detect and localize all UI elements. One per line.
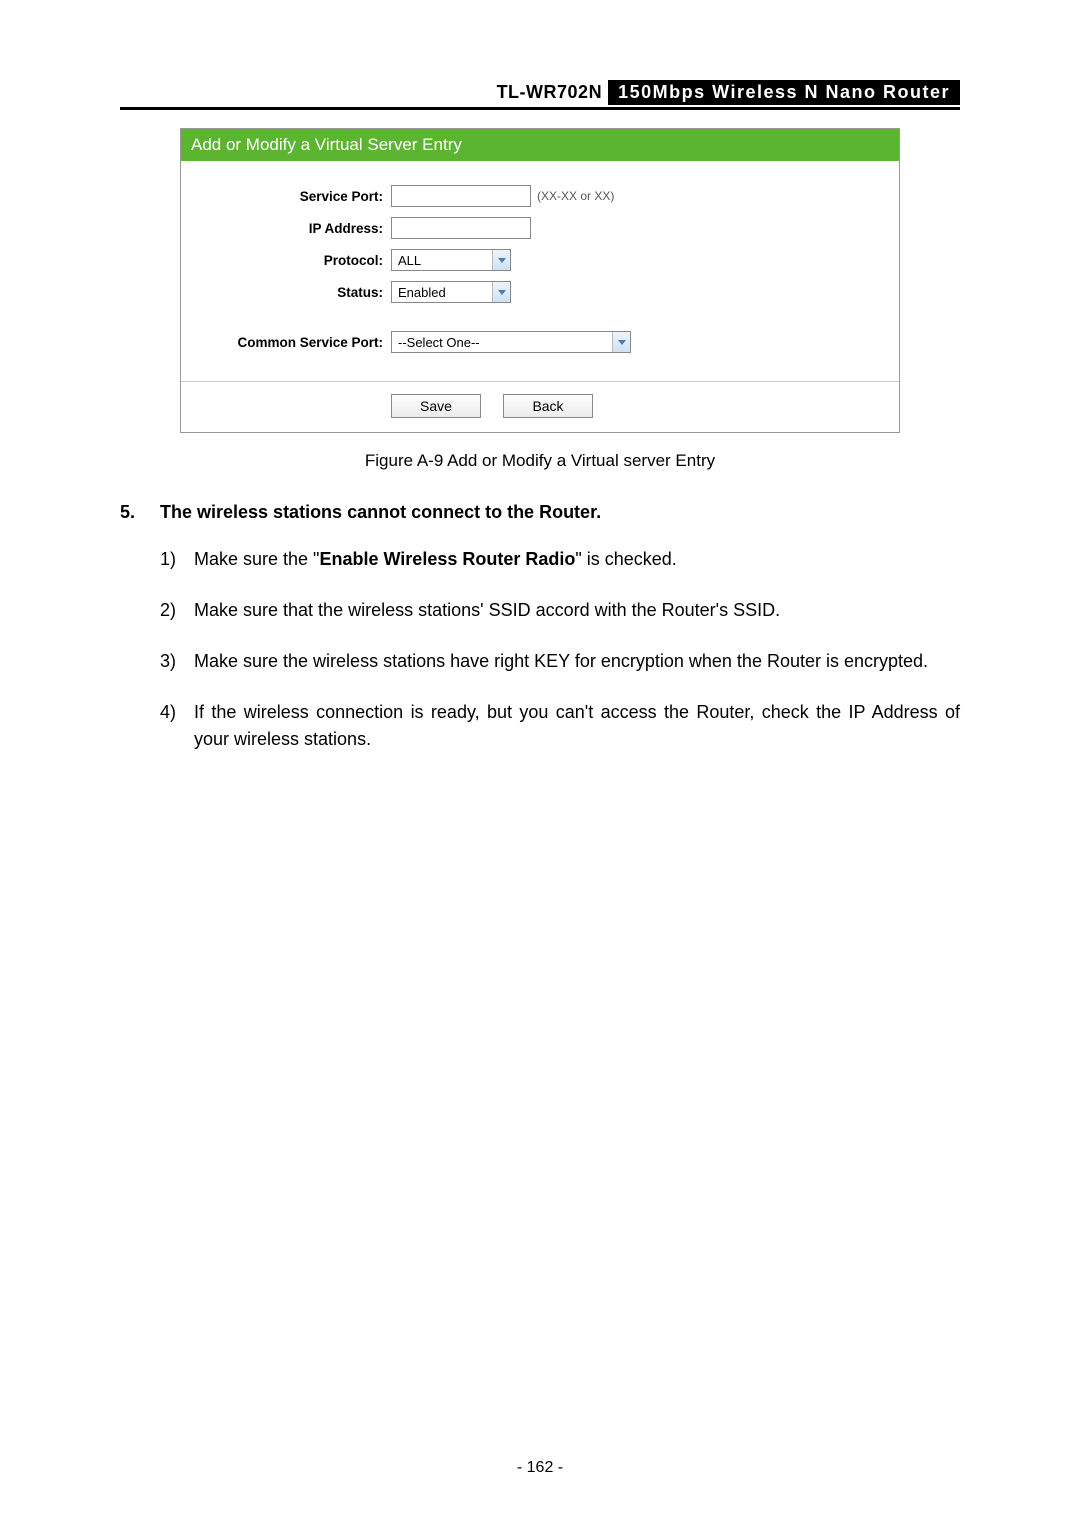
list-item: 1) Make sure the "Enable Wireless Router… bbox=[160, 546, 960, 573]
common-service-port-value: --Select One-- bbox=[398, 335, 480, 350]
status-value: Enabled bbox=[398, 285, 446, 300]
list-item-number: 4) bbox=[160, 699, 194, 753]
page-number: - 162 - bbox=[0, 1459, 1080, 1477]
service-port-input[interactable] bbox=[391, 185, 531, 207]
service-port-hint: (XX-XX or XX) bbox=[537, 189, 614, 203]
status-label: Status: bbox=[191, 285, 391, 300]
list-item: 3) Make sure the wireless stations have … bbox=[160, 648, 960, 675]
chevron-down-icon bbox=[612, 332, 630, 352]
chevron-down-icon bbox=[492, 282, 510, 302]
chevron-down-icon bbox=[492, 250, 510, 270]
model-description: 150Mbps Wireless N Nano Router bbox=[608, 80, 960, 105]
common-service-port-label: Common Service Port: bbox=[191, 335, 391, 350]
ip-address-label: IP Address: bbox=[191, 221, 391, 236]
figure-caption: Figure A-9 Add or Modify a Virtual serve… bbox=[120, 451, 960, 471]
section-number: 5. bbox=[120, 499, 160, 526]
list-item-number: 1) bbox=[160, 546, 194, 573]
model-number: TL-WR702N bbox=[491, 80, 609, 105]
list-item: 4) If the wireless connection is ready, … bbox=[160, 699, 960, 753]
list-item-bold: Enable Wireless Router Radio bbox=[319, 549, 575, 569]
list-item-number: 2) bbox=[160, 597, 194, 624]
back-button[interactable]: Back bbox=[503, 394, 593, 418]
ip-address-input[interactable] bbox=[391, 217, 531, 239]
common-service-port-select[interactable]: --Select One-- bbox=[391, 331, 631, 353]
list-item-text: If the wireless connection is ready, but… bbox=[194, 699, 960, 753]
status-select[interactable]: Enabled bbox=[391, 281, 511, 303]
service-port-label: Service Port: bbox=[191, 189, 391, 204]
protocol-label: Protocol: bbox=[191, 253, 391, 268]
list-item-text: Make sure that the wireless stations' SS… bbox=[194, 597, 960, 624]
document-header: TL-WR702N 150Mbps Wireless N Nano Router bbox=[120, 80, 960, 110]
section-title: The wireless stations cannot connect to … bbox=[160, 499, 960, 526]
list-item: 2) Make sure that the wireless stations'… bbox=[160, 597, 960, 624]
save-button[interactable]: Save bbox=[391, 394, 481, 418]
virtual-server-panel: Add or Modify a Virtual Server Entry Ser… bbox=[180, 128, 900, 433]
protocol-value: ALL bbox=[398, 253, 421, 268]
panel-title: Add or Modify a Virtual Server Entry bbox=[181, 129, 899, 161]
list-item-text-pre: Make sure the " bbox=[194, 549, 319, 569]
list-item-text-post: " is checked. bbox=[575, 549, 676, 569]
protocol-select[interactable]: ALL bbox=[391, 249, 511, 271]
list-item-number: 3) bbox=[160, 648, 194, 675]
list-item-text: Make sure the wireless stations have rig… bbox=[194, 648, 960, 675]
